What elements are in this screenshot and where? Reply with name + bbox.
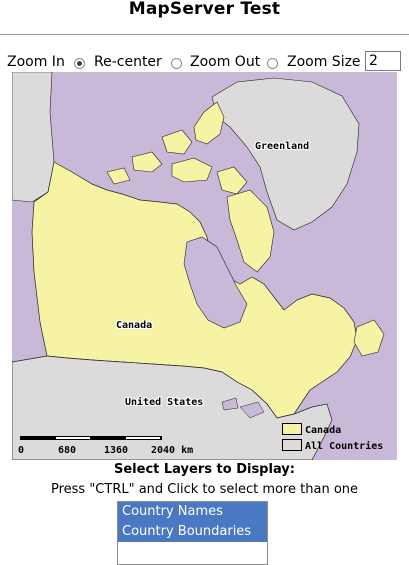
page-title: MapServer Test — [128, 0, 281, 19]
layer-option-country-names[interactable]: Country Names — [118, 502, 267, 522]
legend-swatch-all-countries — [282, 439, 302, 451]
legend-label-all-countries: All Countries — [305, 441, 384, 452]
legend-item-all-countries: All Countries — [282, 439, 384, 454]
zoom-size-input[interactable] — [365, 51, 401, 71]
scale-tick-3: 2040 km — [151, 445, 194, 456]
scale-tick-0: 0 — [18, 445, 25, 456]
legend-item-canada: Canada — [282, 423, 342, 438]
layer-option-country-boundaries[interactable]: Country Boundaries — [118, 522, 267, 542]
scale-tick-1: 680 — [58, 445, 77, 456]
zoom-in-label: Zoom In — [7, 54, 65, 70]
zoom-out-label: Zoom Out — [190, 54, 261, 70]
scale-bar-graphic — [20, 436, 162, 440]
map-label-greenland: Greenland — [255, 141, 310, 152]
header-divider — [0, 34, 409, 35]
layers-hint: Press "CTRL" and Click to select more th… — [50, 482, 359, 497]
zoom-out-radio[interactable] — [171, 58, 182, 69]
map-mode-controls: Zoom In Re-center Zoom Out Zoom Size — [7, 51, 407, 73]
map-label-canada: Canada — [116, 320, 153, 331]
zoom-size-radio[interactable] — [267, 58, 278, 69]
recenter-radio[interactable] — [74, 58, 85, 69]
layers-section-title: Select Layers to Display: — [114, 462, 295, 477]
layers-select[interactable]: Country Names Country Boundaries — [117, 501, 268, 565]
map-legend: Canada All Countries — [282, 423, 397, 458]
legend-swatch-canada — [282, 423, 302, 435]
map-canvas — [12, 72, 397, 460]
map-image[interactable]: Greenland Canada United States 0 680 136… — [12, 72, 397, 460]
scale-bar: 0 680 1360 2040 km — [18, 436, 194, 458]
recenter-label: Re-center — [94, 54, 162, 70]
legend-label-canada: Canada — [305, 425, 342, 436]
scale-tick-2: 1360 — [104, 445, 129, 456]
map-label-united-states: United States — [125, 397, 204, 408]
zoom-size-label: Zoom Size — [287, 54, 361, 70]
